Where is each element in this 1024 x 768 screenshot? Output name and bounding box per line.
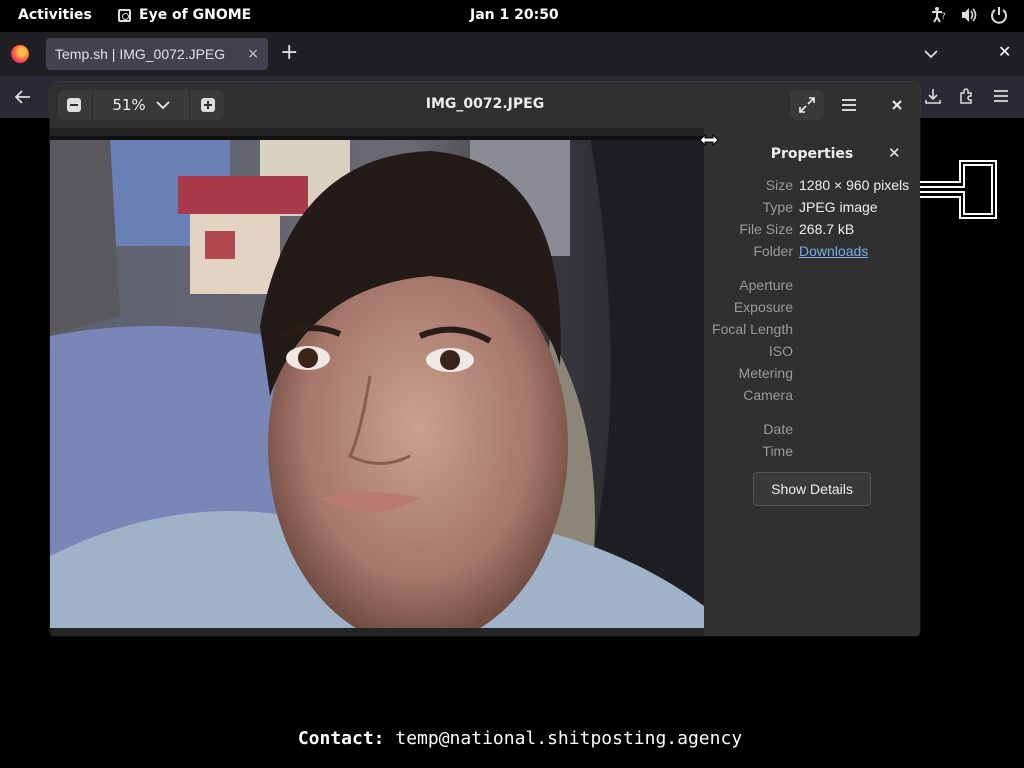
property-label: File Size (739, 221, 793, 237)
volume-icon[interactable] (960, 6, 978, 24)
app-menu[interactable]: Eye of GNOME (118, 7, 251, 23)
new-tab-button[interactable]: + (280, 42, 298, 64)
property-label: Focal Length (712, 321, 793, 337)
property-label: ISO (768, 343, 793, 359)
tab-title: Temp.sh | IMG_0072.JPEG (55, 46, 226, 62)
property-focal-length: Focal Length (704, 321, 920, 341)
image-viewer-window: 51% IMG_0072.JPEG Properties ✕ Size 1280… (50, 82, 920, 636)
property-label: Time (762, 443, 793, 459)
property-value: 268.7 kB (799, 221, 855, 237)
fullscreen-button[interactable] (790, 90, 824, 120)
svg-text:?: ? (941, 12, 946, 22)
property-time: Time (704, 443, 920, 463)
displayed-image[interactable] (50, 136, 704, 628)
fullscreen-icon (799, 97, 815, 113)
viewer-header-bar: 51% IMG_0072.JPEG (50, 82, 920, 128)
tab-close-icon[interactable]: × (247, 46, 259, 62)
property-metering: Metering (704, 365, 920, 385)
hamburger-menu-icon[interactable] (992, 87, 1010, 105)
accessibility-icon[interactable]: ? (930, 6, 948, 24)
page-decoration-shape (918, 160, 997, 219)
property-label: Size (765, 177, 793, 193)
chevron-down-icon[interactable] (923, 46, 939, 62)
property-camera: Camera (704, 387, 920, 407)
property-label: Folder (753, 243, 793, 259)
contact-label: Contact: (297, 728, 385, 749)
property-value: JPEG image (799, 199, 878, 215)
properties-sidebar: Properties ✕ Size 1280 × 960 pixels Type… (704, 128, 920, 636)
property-label: Type (762, 199, 793, 215)
property-label: Camera (743, 387, 793, 403)
activities-button[interactable]: Activities (18, 7, 92, 23)
hamburger-menu-icon (842, 99, 856, 111)
property-label: Aperture (739, 277, 793, 293)
power-icon[interactable] (990, 6, 1008, 24)
property-iso: ISO (704, 343, 920, 363)
main-menu-button[interactable] (832, 90, 866, 120)
show-details-button[interactable]: Show Details (753, 472, 871, 506)
property-exposure: Exposure (704, 299, 920, 319)
eye-of-gnome-icon (118, 8, 131, 22)
back-arrow-icon[interactable] (14, 88, 32, 106)
contact-email: temp@national.shitposting.agency (395, 728, 743, 749)
property-size: Size 1280 × 960 pixels (704, 177, 920, 197)
browser-tab-bar: Temp.sh | IMG_0072.JPEG × + ✕ (0, 32, 1024, 76)
browser-tab[interactable]: Temp.sh | IMG_0072.JPEG × (46, 38, 268, 70)
close-icon (892, 100, 902, 110)
clock[interactable]: Jan 1 20:50 (470, 7, 559, 23)
property-file-size: File Size 268.7 kB (704, 221, 920, 241)
property-label: Date (763, 421, 793, 437)
close-properties-icon[interactable]: ✕ (888, 144, 901, 162)
firefox-logo-icon[interactable] (11, 45, 29, 63)
close-button[interactable] (880, 90, 914, 120)
contact-line: Contact: temp@national.shitposting.agenc… (0, 728, 1024, 749)
extensions-icon[interactable] (958, 87, 976, 105)
folder-link[interactable]: Downloads (799, 243, 868, 259)
property-value: 1280 × 960 pixels (799, 177, 910, 193)
photo-content (50, 136, 704, 628)
property-date: Date (704, 421, 920, 441)
property-folder: Folder Downloads (704, 243, 920, 263)
app-menu-label: Eye of GNOME (139, 7, 252, 23)
property-label: Metering (738, 365, 793, 381)
gnome-top-bar: Activities Eye of GNOME Jan 1 20:50 ? (0, 0, 1024, 32)
close-window-button[interactable]: ✕ (998, 42, 1011, 61)
property-label: Exposure (733, 299, 793, 315)
resize-cursor-icon (699, 133, 719, 147)
property-type: Type JPEG image (704, 199, 920, 219)
system-tray[interactable]: ? (930, 6, 1008, 24)
property-aperture: Aperture (704, 277, 920, 297)
download-icon[interactable] (924, 87, 942, 105)
